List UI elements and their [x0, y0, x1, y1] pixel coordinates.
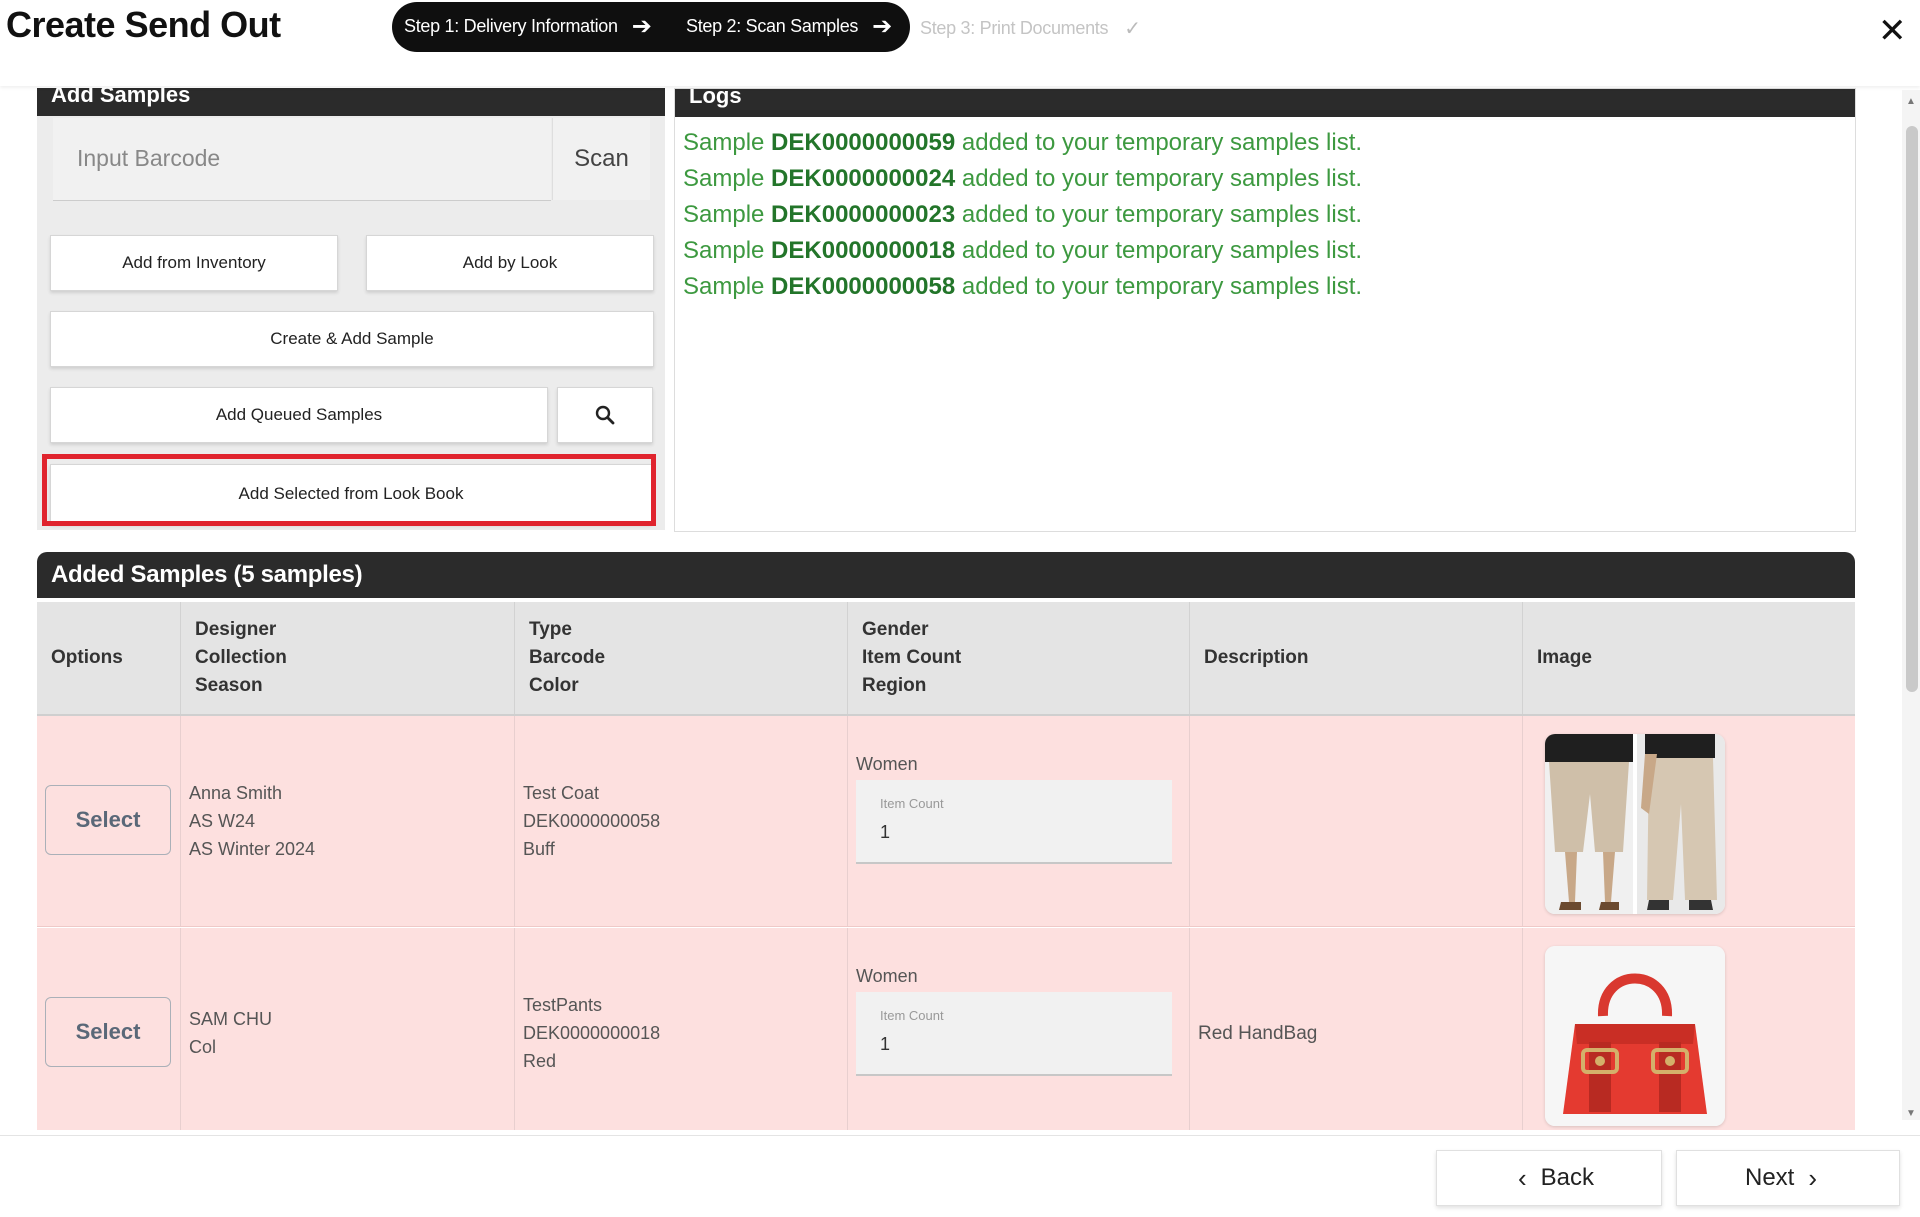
trousers-image	[1545, 734, 1725, 914]
table-row: Select Anna Smith AS W24 AS Winter 2024 …	[37, 716, 1855, 927]
gender-label: Women	[856, 754, 918, 774]
added-samples-header: Added Samples (5 samples)	[37, 552, 1855, 598]
item-count-label: Item Count	[880, 796, 944, 811]
column-type: Type Barcode Color	[515, 602, 848, 714]
stepper: Step 1: Delivery Information ➔ Step 2: S…	[392, 2, 910, 52]
top-bar: Create Send Out Step 1: Delivery Informa…	[0, 0, 1920, 86]
select-button[interactable]: Select	[45, 785, 171, 855]
close-icon[interactable]: ✕	[1878, 12, 1907, 50]
designer-cell: Anna Smith AS W24 AS Winter 2024	[181, 716, 515, 926]
description-text: Red HandBag	[1198, 1023, 1318, 1044]
type-cell: TestPants DEK0000000018 Red	[515, 928, 848, 1130]
step-label: Step 3: Print Documents	[920, 18, 1109, 38]
gender-cell: Women Item Count 1	[848, 716, 1190, 926]
sample-color: Red	[523, 1051, 557, 1071]
section-title: Added Samples (5 samples)	[51, 561, 363, 588]
scroll-up-icon[interactable]: ▲	[1906, 96, 1916, 107]
step-label: Step 2: Scan Samples	[686, 16, 859, 36]
column-image: Image	[1537, 647, 1592, 668]
search-icon	[595, 405, 615, 425]
log-line: Sample DEK0000000018 added to your tempo…	[683, 237, 1363, 264]
scan-button[interactable]: Scan	[552, 118, 650, 200]
sample-barcode: DEK0000000058	[523, 811, 661, 831]
check-icon: ✓	[1124, 18, 1141, 40]
table-header: Options Designer Collection Season Type Bar…	[37, 602, 1855, 716]
page-title: Create Send Out	[6, 4, 281, 45]
add-samples-header: Add Samples	[37, 88, 665, 116]
table-row: Select SAM CHU Col TestPants DEK00000000…	[37, 928, 1855, 1130]
collection-name: AS W24	[189, 811, 256, 831]
type-cell: Test Coat DEK0000000058 Buff	[515, 716, 848, 926]
next-button[interactable]: Next ›	[1676, 1150, 1900, 1206]
item-count-value: 1	[880, 822, 891, 842]
designer-name: Anna Smith	[189, 783, 283, 803]
footer-bar: ‹ Back Next ›	[0, 1135, 1920, 1217]
sample-type: Test Coat	[523, 783, 600, 803]
step-delivery-information[interactable]: Step 1: Delivery Information ➔	[404, 12, 652, 40]
image-cell	[1523, 716, 1855, 926]
log-line: Sample DEK0000000024 added to your tempo…	[683, 165, 1363, 192]
log-line: Sample DEK0000000058 added to your tempo…	[683, 273, 1363, 300]
sample-color: Buff	[523, 839, 555, 859]
column-description: Description	[1190, 602, 1523, 714]
panel-title: Add Samples	[51, 88, 191, 107]
description-cell: Red HandBag	[1190, 928, 1523, 1130]
added-samples-table: Options Designer Collection Season Type Bar…	[37, 602, 1855, 1130]
log-list: Sample DEK0000000059 added to your tempo…	[683, 125, 1362, 305]
gender-label: Women	[856, 966, 918, 986]
chevron-right-icon: ›	[1808, 1162, 1818, 1193]
red-handbag-image	[1545, 946, 1725, 1126]
image-cell	[1523, 928, 1855, 1130]
barcode-field	[53, 118, 551, 201]
gender-cell: Women Item Count 1	[848, 928, 1190, 1130]
log-line: Sample DEK0000000023 added to your tempo…	[683, 201, 1363, 228]
arrow-right-icon: ➔	[872, 12, 892, 40]
sample-barcode: DEK0000000018	[523, 1023, 661, 1043]
chevron-left-icon: ‹	[1517, 1162, 1527, 1193]
item-count-value: 1	[880, 1034, 891, 1054]
season-name: AS Winter 2024	[189, 839, 316, 859]
step-label: Step 1: Delivery Information	[404, 16, 618, 36]
designer-cell: SAM CHU Col	[181, 928, 515, 1130]
item-count-field[interactable]: Item Count 1	[856, 780, 1172, 864]
select-button[interactable]: Select	[45, 997, 171, 1067]
column-options: Options	[37, 602, 181, 714]
scroll-down-icon[interactable]: ▼	[1906, 1108, 1916, 1119]
add-from-inventory-button[interactable]: Add from Inventory	[50, 235, 338, 291]
options-cell: Select	[37, 716, 181, 926]
search-queued-button[interactable]	[557, 387, 653, 443]
step-print-documents[interactable]: Step 3: Print Documents ✓	[920, 16, 1141, 41]
logs-panel: Logs Sample DEK0000000059 added to your …	[674, 88, 1856, 532]
arrow-right-icon: ➔	[631, 12, 652, 40]
scrollbar-thumb[interactable]	[1906, 126, 1918, 692]
back-button[interactable]: ‹ Back	[1436, 1150, 1662, 1206]
add-by-look-button[interactable]: Add by Look	[366, 235, 654, 291]
item-count-label: Item Count	[880, 1008, 944, 1023]
column-gender: Gender Item Count Region	[848, 602, 1190, 714]
options-cell: Select	[37, 928, 181, 1130]
add-selected-from-look-book-button[interactable]: Add Selected from Look Book	[50, 464, 652, 524]
step-scan-samples[interactable]: Step 2: Scan Samples ➔	[686, 12, 892, 40]
create-add-sample-button[interactable]: Create & Add Sample	[50, 311, 654, 367]
add-samples-panel: Add Samples Scan Add from Inventory Add …	[37, 88, 665, 530]
next-label: Next	[1744, 1164, 1795, 1191]
panel-title: Logs	[689, 89, 742, 108]
log-line: Sample DEK0000000059 added to your tempo…	[683, 129, 1363, 156]
column-designer: Designer Collection Season	[181, 602, 515, 714]
collection-name: Col	[189, 1037, 217, 1057]
add-queued-samples-button[interactable]: Add Queued Samples	[50, 387, 548, 443]
description-cell	[1190, 716, 1523, 926]
designer-name: SAM CHU	[189, 1009, 273, 1029]
logs-header: Logs	[675, 89, 1855, 117]
item-count-field[interactable]: Item Count 1	[856, 992, 1172, 1076]
sample-type: TestPants	[523, 995, 603, 1015]
back-label: Back	[1540, 1164, 1595, 1191]
barcode-input[interactable]	[53, 118, 547, 198]
